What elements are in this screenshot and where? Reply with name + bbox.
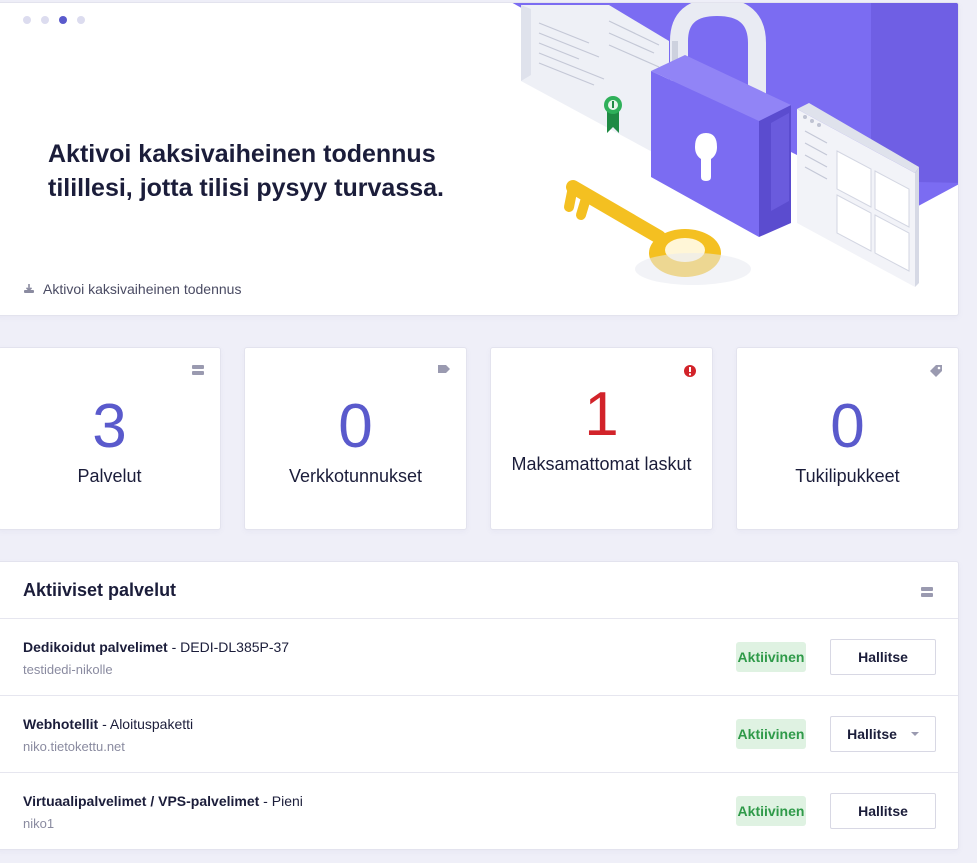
service-plan: Pieni [271, 793, 303, 809]
activate-2fa-label: Aktivoi kaksivaiheinen todennus [43, 281, 242, 297]
status-badge: Aktiivinen [736, 642, 806, 672]
manage-button[interactable]: Hallitse [830, 793, 936, 829]
active-services-panel: Aktiiviset palvelut Dedikoidut palvelime… [0, 561, 959, 850]
server-icon [192, 365, 204, 375]
stat-value: 0 [338, 392, 373, 461]
service-name: Dedikoidut palvelimet - DEDI-DL385P-37 [23, 639, 290, 655]
service-product: Dedikoidut palvelimet [23, 639, 168, 655]
stat-value: 3 [92, 392, 127, 461]
stat-card-services[interactable]: 3 Palvelut [0, 347, 221, 530]
service-plan: DEDI-DL385P-37 [180, 639, 290, 655]
stat-label: Verkkotunnukset [288, 466, 423, 486]
service-host: testidedi-nikolle [23, 662, 113, 677]
hero-banner: Aktivoi kaksivaiheinen todennus tililles… [0, 2, 959, 316]
service-product: Webhotellit [23, 716, 99, 732]
service-row[interactable]: Virtuaalipalvelimet / VPS-palvelimet - P… [0, 773, 958, 850]
carousel-dot-1[interactable] [23, 16, 31, 24]
security-lock-illustration [512, 3, 958, 287]
carousel-dot-2[interactable] [41, 16, 49, 24]
manage-button[interactable]: Hallitse [830, 639, 936, 675]
service-row[interactable]: Dedikoidut palvelimet - DEDI-DL385P-37 t… [0, 619, 958, 696]
stat-label: Tukilipukkeet [795, 466, 900, 486]
service-name: Webhotellit - Aloituspaketti [23, 716, 194, 732]
service-row[interactable]: Webhotellit - Aloituspaketti niko.tietok… [0, 696, 958, 773]
status-badge: Aktiivinen [736, 719, 806, 749]
manage-button-label: Hallitse [858, 649, 908, 665]
service-product: Virtuaalipalvelimet / VPS-palvelimet [23, 793, 260, 809]
stat-label: Palvelut [77, 466, 142, 486]
service-plan: Aloituspaketti [109, 716, 194, 732]
stat-card-tickets[interactable]: 0 Tukilipukkeet [736, 347, 959, 530]
download-icon [24, 284, 34, 293]
stat-label: Maksamattomat laskut [511, 454, 692, 474]
stat-card-domains[interactable]: 0 Verkkotunnukset [244, 347, 467, 530]
manage-dropdown-button[interactable]: Hallitse [830, 716, 936, 752]
carousel-dots [23, 16, 85, 24]
service-name: Virtuaalipalvelimet / VPS-palvelimet - P… [23, 793, 303, 809]
service-host: niko.tietokettu.net [23, 739, 125, 754]
stat-card-unpaid-invoices[interactable]: 1 Maksamattomat laskut [490, 347, 713, 530]
carousel-dot-3[interactable] [59, 16, 67, 24]
panel-title: Aktiiviset palvelut [23, 580, 177, 600]
hero-title: Aktivoi kaksivaiheinen todennus tililles… [48, 140, 444, 202]
alert-icon [684, 365, 696, 377]
server-icon [921, 587, 933, 597]
service-host: niko1 [23, 816, 55, 831]
status-badge: Aktiivinen [736, 796, 806, 826]
chevron-down-icon [910, 732, 919, 736]
manage-button-label: Hallitse [847, 726, 897, 742]
carousel-dot-4[interactable] [77, 16, 85, 24]
manage-button-label: Hallitse [858, 803, 908, 819]
activate-2fa-link[interactable]: Aktivoi kaksivaiheinen todennus [23, 281, 241, 297]
ticket-icon [930, 365, 942, 377]
tag-icon [438, 365, 450, 373]
stat-value: 0 [830, 392, 865, 461]
stat-value: 1 [584, 380, 619, 449]
panel-header: Aktiiviset palvelut [0, 562, 958, 619]
